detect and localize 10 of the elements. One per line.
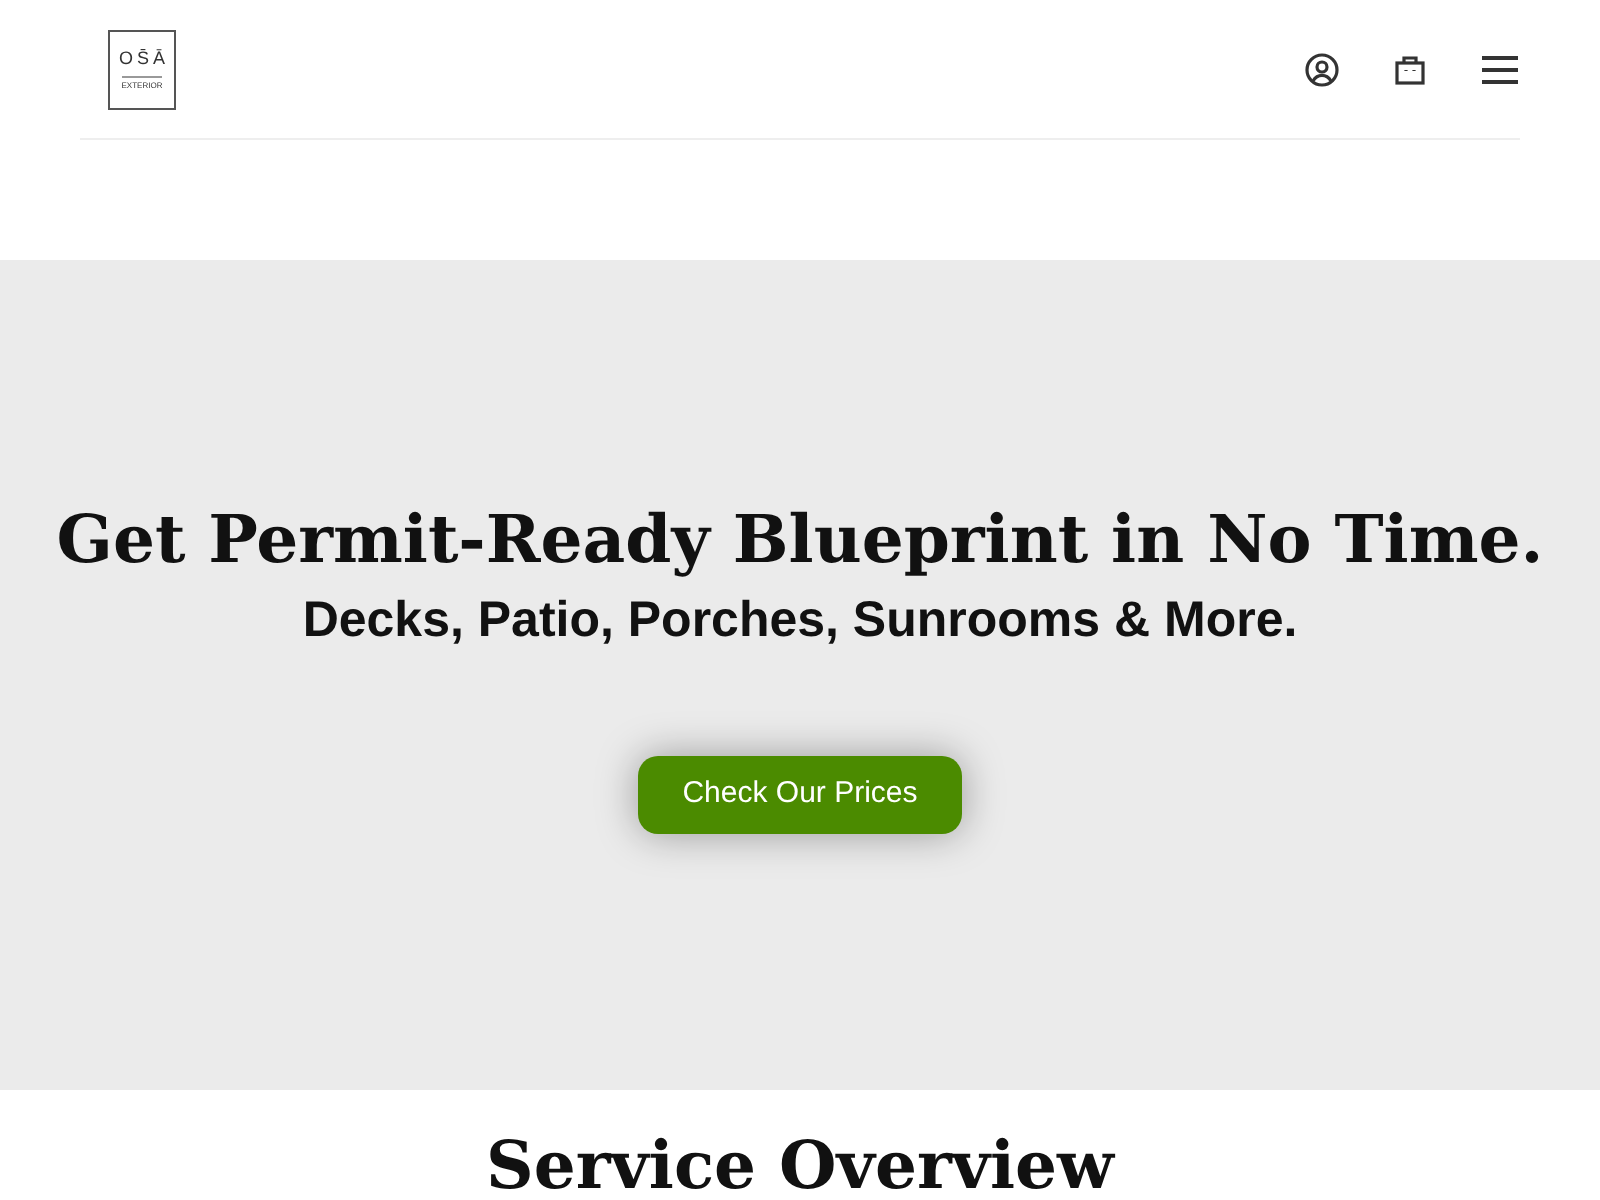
logo-letter: Ā	[153, 49, 166, 67]
section-title: Service Overview	[484, 1124, 1117, 1200]
hero-subtitle: Decks, Patio, Porches, Sunrooms & More.	[302, 590, 1298, 652]
check-prices-button[interactable]: Check Our Prices	[638, 756, 962, 834]
logo-letter: O	[118, 49, 133, 67]
logo-letter: S̄	[136, 49, 149, 67]
menu-icon[interactable]	[1480, 53, 1520, 85]
account-icon[interactable]	[1304, 51, 1340, 87]
hero-title: Get Permit-Ready Blueprint in No Time.	[56, 498, 1544, 582]
shopping-bag-icon[interactable]	[1392, 51, 1428, 87]
